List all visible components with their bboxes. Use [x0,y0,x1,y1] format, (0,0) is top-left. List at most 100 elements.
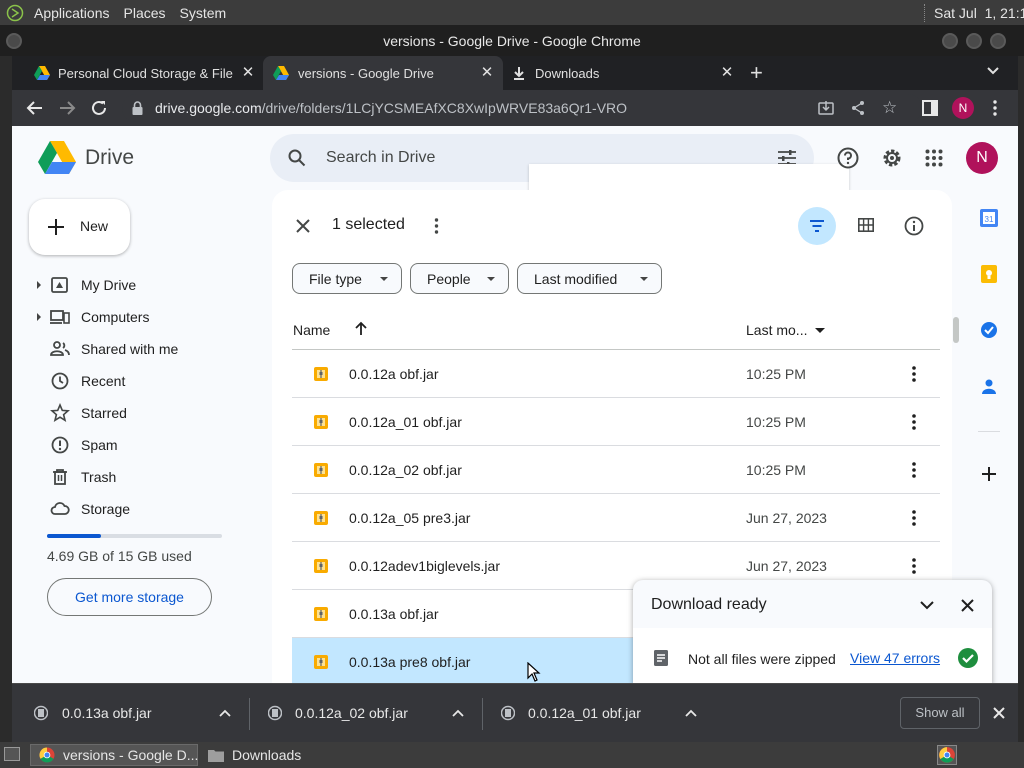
calendar-icon[interactable]: 31 [980,209,998,227]
window-title-bar: versions - Google Drive - Google Chrome [0,25,1024,56]
account-avatar[interactable]: N [966,142,998,174]
close-window-button[interactable] [990,33,1006,49]
address-bar[interactable]: drive.google.com/drive/folders/1LCjYCSME… [122,94,922,122]
tab-strip: Personal Cloud Storage & File ✕ versions… [12,56,1018,90]
window-menu-button[interactable] [6,33,22,49]
system-logo-icon[interactable] [6,4,24,22]
sort-ascending-icon[interactable] [354,321,368,336]
new-button[interactable]: New [29,199,130,255]
close-shelf-icon[interactable] [993,707,1005,719]
file-row[interactable]: 0.0.12a_01 obf.jar 10:25 PM [292,398,940,446]
taskbar-item-label: versions - Google D... [63,747,199,763]
sidebar-item-starred[interactable]: Starred [12,397,262,429]
profile-avatar[interactable]: N [952,97,974,119]
sidebar-item-spam[interactable]: Spam [12,429,262,461]
file-row[interactable]: 0.0.12a obf.jar 10:25 PM [292,350,940,398]
sidebar-item-recent[interactable]: Recent [12,365,262,397]
menu-system[interactable]: System [180,5,227,21]
forward-icon[interactable] [58,99,76,117]
maximize-button[interactable] [966,33,982,49]
expand-arrow-icon[interactable] [37,281,41,289]
minimize-button[interactable] [942,33,958,49]
reload-icon[interactable] [90,99,108,117]
tab-personal-cloud[interactable]: Personal Cloud Storage & File ✕ [20,56,264,90]
sidebar-item-computers[interactable]: Computers [12,301,262,333]
details-info-icon[interactable] [904,216,924,236]
download-options-chevron-icon[interactable] [219,709,231,717]
grid-view-icon[interactable] [858,218,874,232]
row-more-actions-icon[interactable] [904,508,924,528]
jar-file-icon [313,366,329,382]
show-all-button[interactable]: Show all [900,697,980,729]
row-more-actions-icon[interactable] [904,460,924,480]
column-header-name[interactable]: Name [293,322,330,338]
tray-chrome-icon[interactable] [937,745,957,765]
clear-selection-icon[interactable] [296,219,310,233]
chrome-menu-icon[interactable] [992,100,998,116]
sort-dropdown-icon[interactable] [815,328,825,333]
tab-search-chevron-icon[interactable] [986,66,1000,76]
sidebar-item-storage[interactable]: Storage [12,493,262,525]
settings-gear-icon[interactable] [881,147,903,169]
filter-chip-file-type[interactable]: File type [292,263,402,294]
search-input[interactable]: Search in Drive [326,149,435,167]
filter-toggle-icon[interactable] [798,207,836,245]
get-more-storage-button[interactable]: Get more storage [47,578,212,616]
close-tab-icon[interactable]: ✕ [240,65,256,81]
google-drive-icon [34,66,50,80]
back-icon[interactable] [26,99,44,117]
help-icon[interactable] [837,147,859,169]
taskbar-item-downloads[interactable]: Downloads [204,744,374,766]
menu-places[interactable]: Places [124,5,166,21]
download-ready-popup: Download ready Not all files were zipped… [633,580,992,685]
drive-brand[interactable]: Drive [85,146,134,170]
contacts-icon[interactable] [982,377,996,395]
row-more-actions-icon[interactable] [904,364,924,384]
download-popup-message: Not all files were zipped [688,651,836,667]
lock-icon[interactable] [132,101,143,115]
row-more-actions-icon[interactable] [904,412,924,432]
google-drive-logo-icon[interactable] [38,141,76,174]
menu-applications[interactable]: Applications [34,5,110,21]
filter-chip-people[interactable]: People [410,263,509,294]
download-item[interactable]: 0.0.13a obf.jar [12,684,250,743]
toolbar: drive.google.com/drive/folders/1LCjYCSME… [12,90,1018,126]
chip-label: File type [309,270,362,287]
more-actions-icon[interactable] [434,218,439,234]
panel-separator-icon [924,3,925,22]
show-desktop-icon[interactable] [4,747,20,761]
file-row[interactable]: 0.0.12a_05 pre3.jar Jun 27, 2023 [292,494,940,542]
tab-versions[interactable]: versions - Google Drive ✕ [263,56,503,90]
tab-downloads[interactable]: Downloads ✕ [503,56,743,90]
apps-grid-icon[interactable] [925,149,943,167]
tasks-icon[interactable] [980,321,998,339]
sidebar-item-my-drive[interactable]: My Drive [12,269,262,301]
collapse-chevron-icon[interactable] [920,600,934,610]
close-tab-icon[interactable]: ✕ [479,65,495,81]
keep-icon[interactable] [980,265,998,283]
search-icon[interactable] [288,149,306,167]
column-header-last-modified[interactable]: Last mo... [746,322,807,338]
file-row[interactable]: 0.0.12a_02 obf.jar 10:25 PM [292,446,940,494]
share-icon[interactable] [850,100,866,116]
download-options-chevron-icon[interactable] [452,709,464,717]
row-more-actions-icon[interactable] [904,556,924,576]
clock[interactable]: Sat Jul 1, 21:12 [924,3,1024,22]
download-item[interactable]: 0.0.12a_02 obf.jar [250,684,483,743]
sidebar-item-shared-with-me[interactable]: Shared with me [12,333,262,365]
close-popup-icon[interactable] [961,599,974,612]
view-errors-link[interactable]: View 47 errors [850,650,940,666]
bookmark-star-icon[interactable]: ☆ [882,99,897,116]
new-tab-icon[interactable]: + [750,62,763,84]
close-tab-icon[interactable]: ✕ [719,65,735,81]
side-panel-icon[interactable] [922,100,938,116]
taskbar-item-chrome[interactable]: versions - Google D... [30,744,198,766]
download-item[interactable]: 0.0.12a_01 obf.jar [483,684,716,743]
chip-label: People [427,270,471,287]
get-add-ons-plus-icon[interactable] [982,467,996,481]
install-app-icon[interactable] [818,100,834,116]
expand-arrow-icon[interactable] [37,313,41,321]
download-options-chevron-icon[interactable] [685,709,697,717]
sidebar-item-trash[interactable]: Trash [12,461,262,493]
filter-chip-last-modified[interactable]: Last modified [517,263,662,294]
